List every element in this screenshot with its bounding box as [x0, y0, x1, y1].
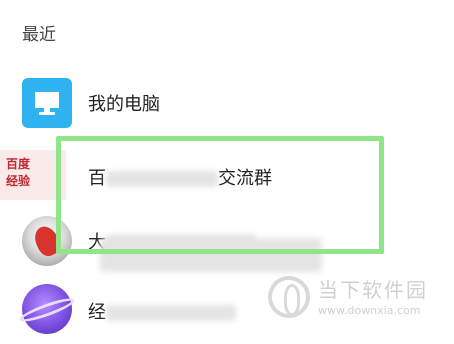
watermark-name: 当下软件园 [318, 278, 428, 302]
recent-item-label: 我的电脑 [88, 94, 160, 115]
label-start: 经 [88, 302, 106, 323]
highlight-box [56, 136, 384, 254]
recent-item-label: 经 [88, 298, 236, 324]
planet-avatar [17, 284, 77, 334]
recent-item-my-computer[interactable]: 我的电脑 [0, 70, 454, 136]
watermark: 当下软件园 www.downxia.com [268, 270, 448, 330]
computer-icon [22, 78, 72, 128]
watermark-logo-icon [268, 276, 310, 318]
watermark-url: www.downxia.com [318, 304, 421, 317]
recent-section-title: 最近 [22, 25, 56, 45]
group-avatar-logo-text: 百度 经验 [6, 157, 31, 188]
redacted-text [106, 305, 236, 321]
planet-ring [17, 294, 77, 326]
